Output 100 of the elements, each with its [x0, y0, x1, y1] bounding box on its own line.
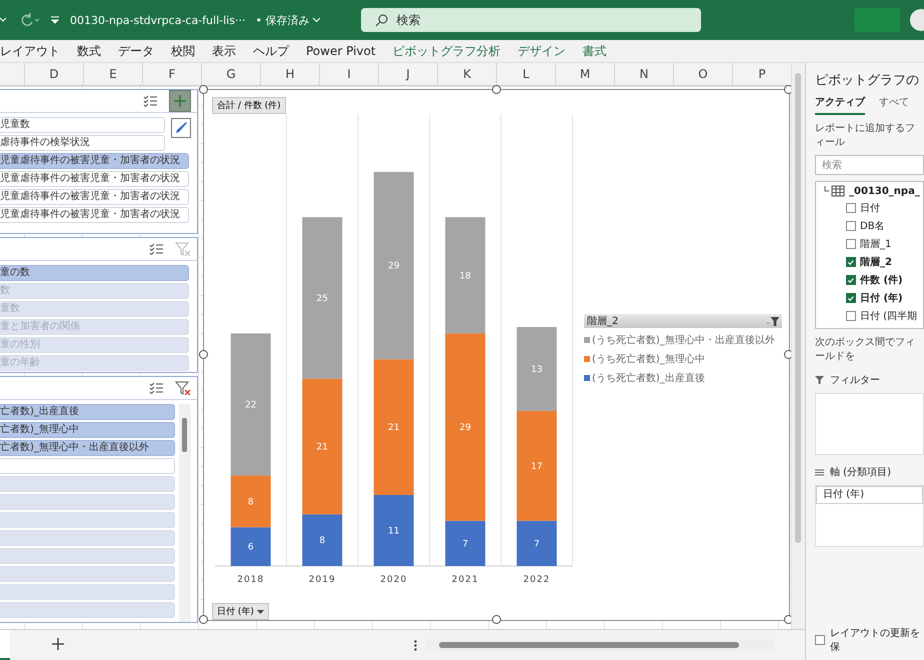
legend-field-button[interactable]: 階層_2 — [584, 314, 782, 328]
bar — [230, 527, 271, 566]
axis-label: 2020 — [380, 575, 408, 585]
data-label: 7 — [462, 539, 468, 550]
field-name[interactable]: 日付 (四半期 — [860, 309, 918, 323]
checkbox[interactable] — [846, 221, 856, 231]
checkbox[interactable] — [846, 275, 856, 285]
field-name[interactable]: 日付 (年) — [860, 291, 903, 305]
field-name[interactable]: 日付 — [860, 201, 880, 215]
column-header[interactable]: J — [379, 63, 438, 85]
ribbon-tab[interactable]: レイアウト — [0, 42, 60, 60]
ribbon-tab[interactable]: デザイン — [518, 42, 566, 60]
ribbon-tab[interactable]: データ — [118, 42, 154, 60]
ribbon-tab[interactable]: ピボットグラフ分析 — [392, 42, 501, 60]
ribbon-tab[interactable]: 数式 — [77, 42, 101, 60]
instruction-text: レポートに追加するフィール — [815, 122, 916, 149]
slicer-item[interactable]: 児童虐待事件の被害児童・加害者の状況 — [0, 153, 189, 169]
more-icon[interactable] — [414, 640, 417, 650]
column-header[interactable]: M — [556, 63, 615, 85]
ribbon-tab[interactable]: 書式 — [582, 42, 607, 60]
column-header[interactable]: F — [143, 63, 202, 85]
filter-icon[interactable] — [767, 316, 779, 326]
slicer-item[interactable]: 児童虐待事件の被害児童・加害者の状況 — [0, 171, 189, 187]
save-status[interactable]: • 保存済み — [255, 12, 322, 28]
brush-button[interactable] — [171, 118, 191, 138]
slicer-item[interactable]: 児童数 — [0, 117, 165, 133]
checkbox-label[interactable]: レイアウトの更新を保 — [830, 626, 924, 654]
axis-label: 2022 — [523, 575, 550, 585]
pane-title: ピボットグラフの — [815, 72, 920, 89]
rows-icon — [815, 468, 824, 476]
slicer-item[interactable]: 亡者数)_無理心中・出産直後以外 — [0, 440, 175, 456]
column-header[interactable]: D — [25, 63, 84, 85]
field-name[interactable]: 階層_1 — [860, 237, 892, 251]
slicer-item[interactable]: 亡者数)_無理心中 — [0, 422, 175, 438]
checkbox[interactable] — [846, 239, 856, 249]
multi-select-icon[interactable] — [149, 382, 163, 394]
data-label: 18 — [460, 271, 471, 282]
clear-filter-icon[interactable] — [175, 381, 191, 395]
field-name[interactable]: DB名 — [860, 219, 885, 233]
slicer-item[interactable]: 児童虐待事件の被害児童・加害者の状況 — [0, 189, 189, 205]
legend-title: 階層_2 — [587, 314, 618, 328]
slicer-item[interactable]: 児童虐待事件の被害児童・加害者の状況 — [0, 207, 189, 223]
filter-icon — [815, 376, 824, 384]
resize-handle[interactable] — [199, 350, 208, 359]
column-header[interactable]: G — [202, 63, 261, 85]
ribbon-tab[interactable]: Power Pivot — [306, 44, 376, 58]
ribbon-tab[interactable]: 表示 — [212, 42, 236, 60]
value-field-button[interactable]: 合計 / 件数 (件) — [212, 97, 286, 114]
field-name[interactable]: 階層_2 — [860, 255, 892, 269]
drop-area[interactable]: 日付 (年) — [815, 485, 924, 547]
checkbox[interactable] — [815, 635, 825, 645]
column-header[interactable]: H — [261, 63, 320, 85]
horizontal-scrollbar[interactable] — [425, 639, 775, 651]
plus-icon — [173, 94, 187, 108]
search-field[interactable]: 検索 — [815, 155, 924, 175]
field-name[interactable]: 件数 (件) — [860, 273, 903, 287]
column-header[interactable]: O — [674, 63, 733, 85]
slicer-item[interactable]: 童の数 — [0, 265, 189, 281]
column-header[interactable]: K — [438, 63, 497, 85]
scrollbar[interactable] — [179, 404, 191, 622]
slicer-item[interactable]: 亡者数)_出産直後 — [0, 404, 175, 420]
legend-label: (うち死亡者数)_無理心中 — [592, 352, 705, 366]
resize-handle[interactable] — [199, 85, 208, 94]
checkbox[interactable] — [846, 257, 856, 267]
slicer-item[interactable]: 虐待事件の検挙状況 — [0, 135, 165, 151]
search-icon — [375, 14, 388, 26]
multi-select-icon[interactable] — [149, 243, 163, 255]
area-item[interactable]: 日付 (年) — [816, 486, 923, 504]
checkbox[interactable] — [846, 293, 856, 303]
data-label: 29 — [388, 262, 400, 272]
resize-handle[interactable] — [199, 615, 208, 624]
column-header[interactable]: L — [497, 63, 556, 85]
data-label: 11 — [388, 526, 400, 536]
checkbox[interactable] — [846, 311, 856, 321]
resize-handle[interactable] — [492, 615, 500, 624]
data-label: 25 — [316, 294, 328, 304]
add-sheet-button[interactable] — [52, 638, 64, 652]
sheet-tab[interactable] — [0, 630, 10, 660]
data-label: 7 — [534, 539, 540, 550]
column-header[interactable]: N — [615, 63, 674, 85]
search-field[interactable]: 検索 — [361, 8, 702, 32]
customize-icon[interactable] — [50, 16, 60, 24]
data-label: 13 — [531, 364, 542, 375]
vertical-scrollbar[interactable] — [791, 63, 805, 629]
caret-icon — [312, 17, 322, 23]
pane-tab[interactable]: アクティブ — [815, 95, 865, 115]
ribbon-tab[interactable]: 校閲 — [171, 42, 195, 60]
axis-label: 2019 — [308, 575, 336, 585]
checkbox[interactable] — [846, 203, 856, 213]
table-name[interactable]: _00130_npa_ — [849, 186, 920, 196]
data-label: 6 — [248, 542, 254, 553]
resize-handle[interactable] — [492, 85, 500, 94]
column-header[interactable]: I — [320, 63, 379, 85]
ribbon-tab[interactable]: ヘルプ — [253, 42, 289, 60]
legend-label: (うち死亡者数)_出産直後 — [592, 372, 705, 385]
column-header[interactable]: E — [84, 63, 143, 85]
axis-field-button[interactable]: 日付 (年) — [212, 603, 269, 620]
legend-label: (うち死亡者数)_無理心中・出産直後以外 — [592, 334, 775, 347]
multi-select-icon[interactable] — [143, 95, 157, 107]
pane-tab[interactable]: すべて — [879, 95, 909, 115]
